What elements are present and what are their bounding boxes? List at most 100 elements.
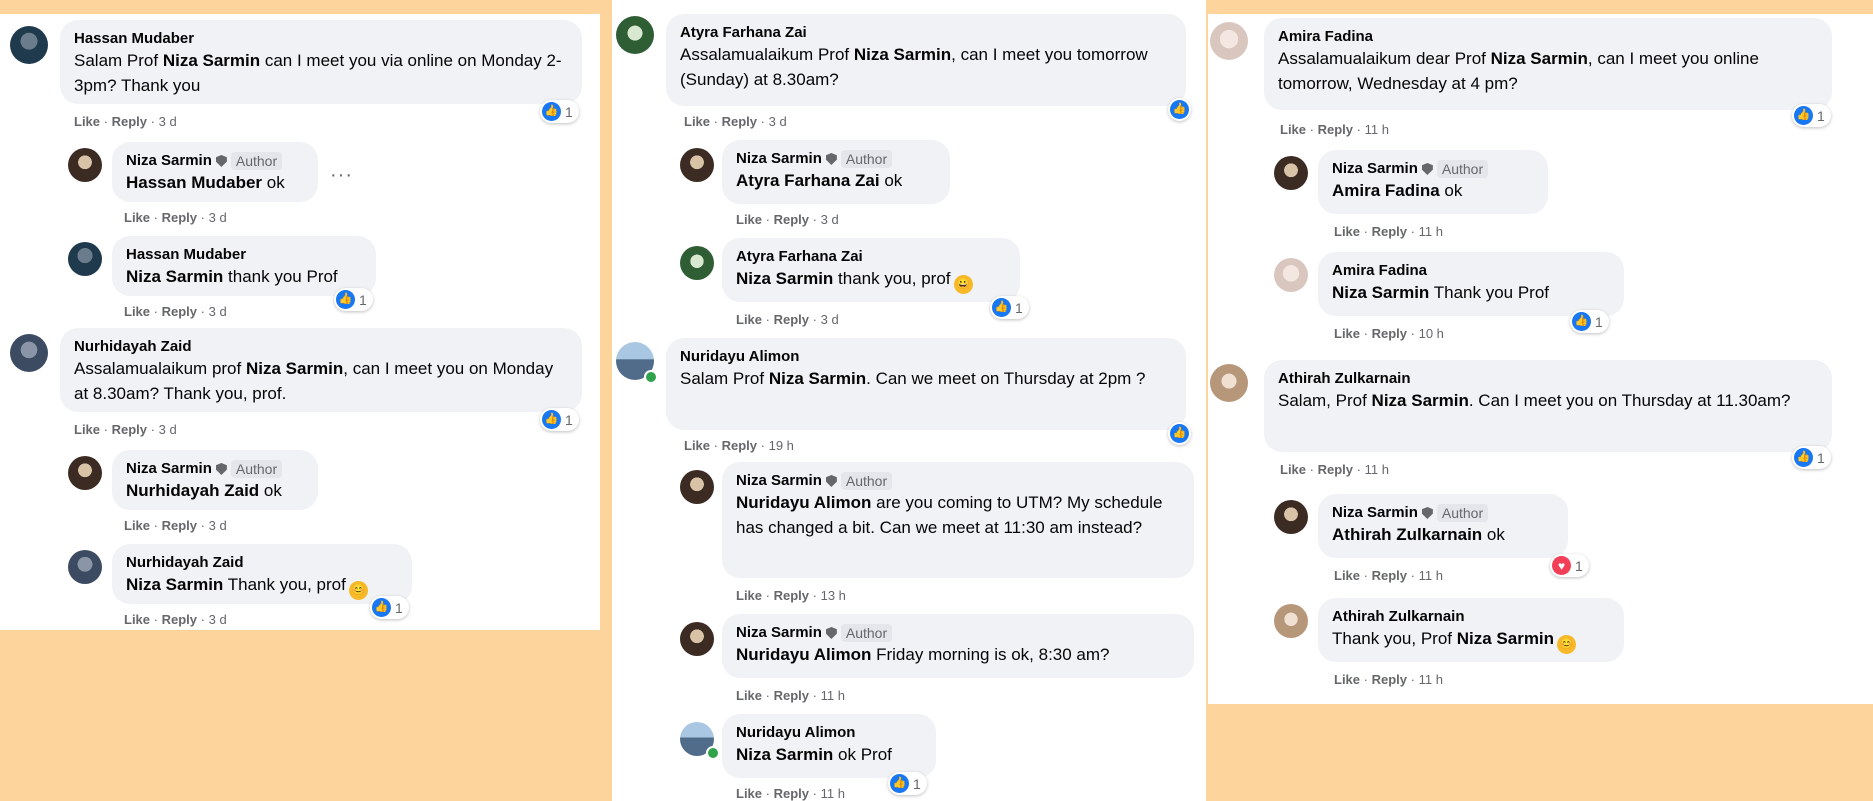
- avatar[interactable]: [680, 622, 714, 656]
- avatar[interactable]: [680, 246, 714, 280]
- like-button[interactable]: Like: [124, 210, 150, 225]
- more-options-icon[interactable]: ···: [330, 164, 353, 187]
- avatar[interactable]: [1274, 258, 1308, 292]
- mention[interactable]: Athirah Zulkarnain: [1332, 525, 1482, 544]
- mention[interactable]: Niza Sarmin: [126, 267, 223, 286]
- commenter-name[interactable]: Athirah Zulkarnain: [1332, 607, 1610, 626]
- timestamp[interactable]: 3 d: [209, 304, 227, 319]
- like-button[interactable]: Like: [1334, 672, 1360, 687]
- timestamp[interactable]: 3 d: [769, 114, 787, 129]
- reaction-badge[interactable]: 👍 1: [370, 596, 409, 619]
- mention[interactable]: Niza Sarmin: [854, 45, 951, 64]
- commenter-name[interactable]: Nurhidayah Zaid: [126, 553, 398, 572]
- commenter-name[interactable]: Nuridayu Alimon: [680, 347, 1172, 366]
- commenter-name[interactable]: Atyra Farhana Zai: [680, 23, 1172, 42]
- commenter-name[interactable]: Amira Fadina: [1332, 261, 1610, 280]
- timestamp[interactable]: 11 h: [1419, 568, 1443, 583]
- reaction-badge[interactable]: 👍 1: [990, 296, 1029, 319]
- avatar[interactable]: [68, 550, 102, 584]
- like-button[interactable]: Like: [1334, 326, 1360, 341]
- commenter-name[interactable]: Nuridayu Alimon: [736, 723, 922, 742]
- mention[interactable]: Niza Sarmin: [736, 269, 833, 288]
- reply-button[interactable]: Reply: [1372, 326, 1407, 341]
- reply-button[interactable]: Reply: [1372, 672, 1407, 687]
- mention[interactable]: Amira Fadina: [1332, 181, 1440, 200]
- commenter-name[interactable]: Hassan Mudaber: [74, 29, 568, 48]
- mention[interactable]: Niza Sarmin: [1332, 283, 1429, 302]
- reaction-badge[interactable]: 👍 1: [334, 288, 373, 311]
- like-button[interactable]: Like: [124, 518, 150, 533]
- timestamp[interactable]: 3 d: [209, 612, 227, 627]
- reply-button[interactable]: Reply: [774, 312, 809, 327]
- timestamp[interactable]: 3 d: [159, 422, 177, 437]
- timestamp[interactable]: 11 h: [1419, 672, 1443, 687]
- avatar[interactable]: [680, 470, 714, 504]
- mention[interactable]: Nuridayu Alimon: [736, 493, 871, 512]
- reaction-badge[interactable]: 👍: [1168, 98, 1191, 121]
- mention[interactable]: Niza Sarmin: [769, 369, 866, 388]
- mention[interactable]: Niza Sarmin: [736, 745, 833, 764]
- reply-button[interactable]: Reply: [1318, 462, 1353, 477]
- timestamp[interactable]: 3 d: [159, 114, 177, 129]
- like-button[interactable]: Like: [1334, 568, 1360, 583]
- reaction-badge[interactable]: 👍 1: [1570, 310, 1609, 333]
- timestamp[interactable]: 3 d: [821, 212, 839, 227]
- mention[interactable]: Niza Sarmin: [1457, 629, 1554, 648]
- timestamp[interactable]: 3 d: [209, 210, 227, 225]
- reply-button[interactable]: Reply: [1372, 224, 1407, 239]
- reaction-badge[interactable]: 👍 1: [540, 408, 579, 431]
- reply-button[interactable]: Reply: [722, 438, 757, 453]
- reply-button[interactable]: Reply: [162, 518, 197, 533]
- commenter-name[interactable]: Niza Sarmin: [736, 472, 822, 489]
- commenter-name[interactable]: Niza Sarmin: [126, 460, 212, 477]
- timestamp[interactable]: 11 h: [1365, 122, 1389, 137]
- like-button[interactable]: Like: [1334, 224, 1360, 239]
- reply-button[interactable]: Reply: [1318, 122, 1353, 137]
- mention[interactable]: Niza Sarmin: [1491, 49, 1588, 68]
- commenter-name[interactable]: Hassan Mudaber: [126, 245, 362, 264]
- avatar[interactable]: [616, 16, 654, 54]
- avatar[interactable]: [10, 334, 48, 372]
- mention[interactable]: Niza Sarmin: [1372, 391, 1469, 410]
- reaction-badge[interactable]: 👍: [1168, 422, 1191, 445]
- like-button[interactable]: Like: [124, 304, 150, 319]
- reaction-badge[interactable]: 👍 1: [540, 100, 579, 123]
- like-button[interactable]: Like: [124, 612, 150, 627]
- reaction-badge[interactable]: 👍 1: [888, 772, 927, 795]
- avatar[interactable]: [1210, 22, 1248, 60]
- avatar[interactable]: [68, 456, 102, 490]
- reply-button[interactable]: Reply: [112, 422, 147, 437]
- reply-button[interactable]: Reply: [162, 612, 197, 627]
- mention[interactable]: Nurhidayah Zaid: [126, 481, 259, 500]
- mention[interactable]: Niza Sarmin: [246, 359, 343, 378]
- commenter-name[interactable]: Athirah Zulkarnain: [1278, 369, 1818, 388]
- timestamp[interactable]: 11 h: [1419, 224, 1443, 239]
- like-button[interactable]: Like: [74, 422, 100, 437]
- like-button[interactable]: Like: [736, 786, 762, 801]
- reply-button[interactable]: Reply: [162, 210, 197, 225]
- like-button[interactable]: Like: [1280, 122, 1306, 137]
- commenter-name[interactable]: Atyra Farhana Zai: [736, 247, 1006, 266]
- mention[interactable]: Nuridayu Alimon: [736, 645, 871, 664]
- timestamp[interactable]: 11 h: [821, 688, 845, 703]
- reply-button[interactable]: Reply: [774, 588, 809, 603]
- like-button[interactable]: Like: [736, 312, 762, 327]
- mention[interactable]: Hassan Mudaber: [126, 173, 262, 192]
- commenter-name[interactable]: Niza Sarmin: [736, 624, 822, 641]
- timestamp[interactable]: 10 h: [1419, 326, 1444, 341]
- timestamp[interactable]: 11 h: [821, 786, 845, 801]
- like-button[interactable]: Like: [684, 114, 710, 129]
- avatar[interactable]: [1274, 500, 1308, 534]
- mention[interactable]: Atyra Farhana Zai: [736, 171, 880, 190]
- mention[interactable]: Niza Sarmin: [163, 51, 260, 70]
- reply-button[interactable]: Reply: [112, 114, 147, 129]
- avatar[interactable]: [68, 148, 102, 182]
- reaction-badge[interactable]: ♥ 1: [1550, 554, 1589, 577]
- like-button[interactable]: Like: [736, 212, 762, 227]
- reply-button[interactable]: Reply: [774, 786, 809, 801]
- avatar[interactable]: [1210, 364, 1248, 402]
- commenter-name[interactable]: Niza Sarmin: [1332, 504, 1418, 521]
- like-button[interactable]: Like: [1280, 462, 1306, 477]
- reaction-badge[interactable]: 👍 1: [1792, 104, 1831, 127]
- like-button[interactable]: Like: [736, 688, 762, 703]
